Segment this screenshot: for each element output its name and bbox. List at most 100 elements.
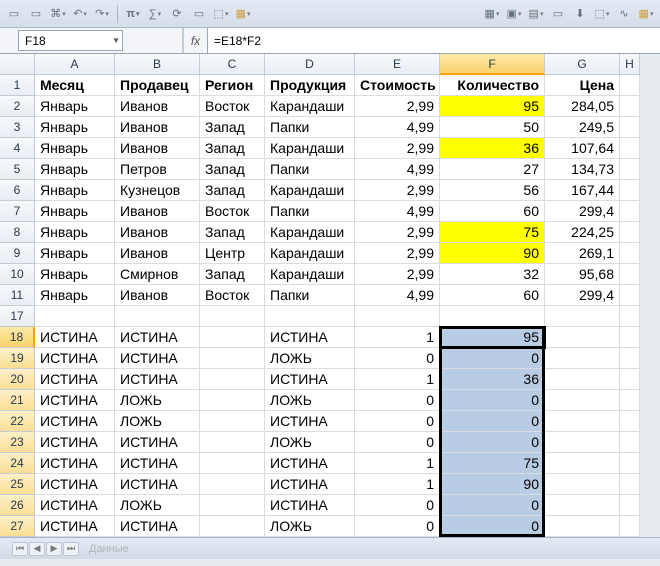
qa-btn-1[interactable]: ▭ [4, 4, 24, 24]
cell[interactable]: 0 [440, 495, 545, 516]
cell[interactable]: Восток [200, 201, 265, 222]
cell[interactable]: 2,99 [355, 180, 440, 201]
rb-btn-7[interactable]: ▦ [636, 4, 656, 24]
cell[interactable]: 4,99 [355, 201, 440, 222]
cell[interactable]: 299,4 [545, 201, 620, 222]
cell-empty[interactable] [620, 432, 640, 453]
cell[interactable]: ЛОЖЬ [265, 348, 355, 369]
rb-btn-6[interactable]: ∿ [614, 4, 634, 24]
cell-empty[interactable] [620, 138, 640, 159]
cell[interactable]: ИСТИНА [35, 474, 115, 495]
cell[interactable]: ИСТИНА [115, 327, 200, 348]
cell-empty[interactable] [545, 306, 620, 327]
cell[interactable] [200, 495, 265, 516]
cell[interactable]: ЛОЖЬ [265, 390, 355, 411]
cell[interactable]: Центр [200, 243, 265, 264]
rb-btn-3[interactable]: ▤ [526, 4, 546, 24]
row-header-26[interactable]: 26 [0, 495, 35, 516]
row-header-17[interactable]: 17 [0, 306, 35, 327]
rb-btn-down[interactable]: ⬇ [570, 4, 590, 24]
cell[interactable]: 0 [440, 411, 545, 432]
cell[interactable]: ИСТИНА [115, 348, 200, 369]
tab-prev-icon[interactable]: ◀ [29, 542, 45, 556]
cell[interactable] [545, 411, 620, 432]
cell[interactable]: Смирнов [115, 264, 200, 285]
cell[interactable] [200, 453, 265, 474]
cell-empty[interactable] [620, 243, 640, 264]
cell-empty[interactable] [620, 495, 640, 516]
rb-btn-1[interactable]: ▦ [482, 4, 502, 24]
cell[interactable]: Запад [200, 264, 265, 285]
cell[interactable]: Запад [200, 138, 265, 159]
row-header-2[interactable]: 2 [0, 96, 35, 117]
cell[interactable]: ИСТИНА [115, 432, 200, 453]
cell[interactable]: Петров [115, 159, 200, 180]
row-header-23[interactable]: 23 [0, 432, 35, 453]
cell[interactable]: 1 [355, 327, 440, 348]
cell-empty[interactable] [35, 306, 115, 327]
cell[interactable]: Январь [35, 180, 115, 201]
cell[interactable]: ИСТИНА [265, 453, 355, 474]
cell[interactable]: 249,5 [545, 117, 620, 138]
cell[interactable] [545, 390, 620, 411]
cell-empty[interactable] [620, 159, 640, 180]
cell[interactable]: 27 [440, 159, 545, 180]
cell-empty[interactable] [200, 306, 265, 327]
cell[interactable]: 224,25 [545, 222, 620, 243]
cell[interactable]: Карандаши [265, 222, 355, 243]
cell-empty[interactable] [620, 285, 640, 306]
cell[interactable]: 95,68 [545, 264, 620, 285]
cell[interactable]: Январь [35, 243, 115, 264]
cell[interactable]: 95 [440, 327, 545, 348]
cell[interactable]: ИСТИНА [115, 369, 200, 390]
cell[interactable]: 2,99 [355, 243, 440, 264]
cell[interactable]: Иванов [115, 222, 200, 243]
cell-empty[interactable] [620, 390, 640, 411]
cell-empty[interactable] [620, 117, 640, 138]
cell[interactable]: ИСТИНА [115, 474, 200, 495]
cell[interactable]: ЛОЖЬ [265, 516, 355, 537]
qa-btn-refresh[interactable]: ⟳ [167, 4, 187, 24]
col-header-H[interactable]: H [620, 54, 640, 75]
cell[interactable]: 2,99 [355, 264, 440, 285]
cell[interactable]: 107,64 [545, 138, 620, 159]
qa-btn-grid[interactable]: ▦ [233, 4, 253, 24]
cell[interactable]: Январь [35, 138, 115, 159]
cell[interactable]: Иванов [115, 285, 200, 306]
cell-empty[interactable] [265, 306, 355, 327]
cell[interactable]: 0 [355, 495, 440, 516]
cell-empty[interactable] [355, 306, 440, 327]
cell[interactable]: 56 [440, 180, 545, 201]
cell-empty[interactable] [620, 75, 640, 96]
cell[interactable]: 75 [440, 453, 545, 474]
cell[interactable]: ИСТИНА [265, 474, 355, 495]
cell-empty[interactable] [620, 96, 640, 117]
cell[interactable]: 0 [440, 348, 545, 369]
cell[interactable] [200, 369, 265, 390]
cell[interactable]: Январь [35, 201, 115, 222]
cell[interactable]: ЛОЖЬ [115, 411, 200, 432]
cell[interactable]: ИСТИНА [35, 495, 115, 516]
cell[interactable]: 269,1 [545, 243, 620, 264]
col-header-D[interactable]: D [265, 54, 355, 75]
cell[interactable]: Запад [200, 222, 265, 243]
cell[interactable]: ИСТИНА [265, 327, 355, 348]
cell[interactable]: 0 [440, 432, 545, 453]
cell[interactable]: 1 [355, 474, 440, 495]
cell[interactable]: Карандаши [265, 180, 355, 201]
col-header-B[interactable]: B [115, 54, 200, 75]
col-header-C[interactable]: C [200, 54, 265, 75]
cell[interactable]: Папки [265, 285, 355, 306]
cell[interactable]: 0 [440, 390, 545, 411]
cell-empty[interactable] [620, 201, 640, 222]
cell[interactable]: Папки [265, 201, 355, 222]
cell[interactable]: Папки [265, 159, 355, 180]
row-header-24[interactable]: 24 [0, 453, 35, 474]
cell-empty[interactable] [620, 453, 640, 474]
row-header-18[interactable]: 18 [0, 327, 35, 348]
row-header-22[interactable]: 22 [0, 411, 35, 432]
cell[interactable] [200, 432, 265, 453]
name-box[interactable]: F18 ▼ [18, 30, 123, 51]
header-cell[interactable]: Регион [200, 75, 265, 96]
cell[interactable]: 1 [355, 453, 440, 474]
